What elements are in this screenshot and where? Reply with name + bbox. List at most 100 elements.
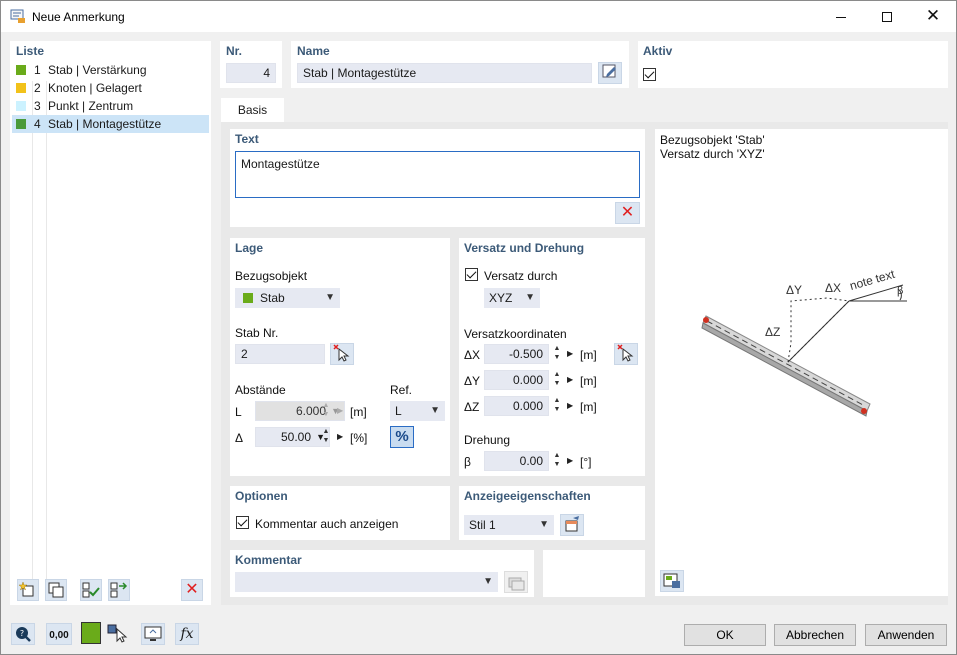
new-item-button[interactable]	[17, 579, 39, 601]
nr-field[interactable]: 4	[226, 63, 276, 83]
pick-stab-button[interactable]	[330, 343, 354, 365]
dy-spinner[interactable]: ▲ ▼	[551, 370, 563, 390]
beta-field[interactable]: 0.00	[484, 451, 549, 471]
chevron-down-icon: ▼	[430, 405, 440, 416]
list-item-selected[interactable]: 4 Stab | Montagestütze	[12, 115, 209, 133]
abstaende-label: Abstände	[235, 383, 286, 397]
ref-select[interactable]: L ▼	[390, 401, 445, 421]
select-objects-button[interactable]	[106, 623, 130, 645]
preview-view-button[interactable]	[660, 570, 684, 592]
color-swatch	[16, 65, 26, 75]
percent-button[interactable]: %	[390, 426, 414, 448]
check-all-button[interactable]	[80, 579, 102, 601]
dz-unit: [m]	[580, 400, 597, 414]
dz-field[interactable]: 0.000	[484, 396, 549, 416]
anzeige-panel: Anzeigeeigenschaften Stil 1 ▼	[459, 486, 645, 540]
dz-spinner[interactable]: ▲ ▼	[551, 396, 563, 416]
toggle-check-button[interactable]	[108, 579, 130, 601]
dx-field[interactable]: -0.500	[484, 344, 549, 364]
beta-next-arrow[interactable]: ▶	[567, 451, 573, 471]
text-area[interactable]: Montagestütze	[235, 151, 640, 198]
formula-button[interactable]: fx	[175, 623, 199, 645]
units-icon: 0,00	[49, 630, 69, 641]
color-button[interactable]	[81, 622, 101, 644]
list-header: Liste	[16, 44, 45, 58]
close-button[interactable]: ✕	[910, 1, 956, 32]
delta-field[interactable]: 50.00 ▼	[255, 427, 330, 447]
nr-label: Nr.	[226, 44, 243, 58]
ref-value: L	[395, 404, 402, 418]
delete-item-button[interactable]: ✕	[181, 579, 203, 601]
dz-label: ΔZ	[464, 400, 480, 414]
ok-button[interactable]: OK	[684, 624, 766, 646]
aktiv-checkbox[interactable]	[643, 68, 656, 81]
view-settings-icon	[663, 573, 680, 588]
delta-value: 50.00	[280, 430, 311, 444]
copy-item-button[interactable]	[45, 579, 67, 601]
stab-nr-field[interactable]: 2	[235, 344, 325, 364]
stil-select[interactable]: Stil 1 ▼	[464, 515, 554, 535]
pick-cursor-icon	[617, 344, 634, 362]
kommentar-select[interactable]: ▼	[235, 572, 498, 592]
minimize-button[interactable]	[818, 1, 864, 32]
percent-icon: %	[395, 428, 409, 445]
kommentar-anzeigen-label: Kommentar auch anzeigen	[255, 517, 399, 531]
list-item[interactable]: 2 Knoten | Gelagert	[12, 79, 209, 97]
dialog-window: Neue Anmerkung ✕ Liste 1 Stab | Verstärk…	[0, 0, 957, 655]
edit-name-button[interactable]	[598, 62, 622, 84]
bezugsobjekt-select[interactable]: Stab ▼	[235, 288, 340, 308]
toggle-check-icon	[110, 582, 128, 598]
dx-next-arrow[interactable]: ▶	[567, 344, 573, 364]
edit-pencil-icon	[602, 64, 616, 78]
list-item-label: Stab | Verstärkung	[48, 63, 147, 77]
versatz-durch-checkbox[interactable]	[465, 268, 478, 281]
annotation-app-icon	[10, 9, 25, 23]
anwenden-button[interactable]: Anwenden	[865, 624, 947, 646]
kommentar-library-button[interactable]	[504, 571, 528, 593]
kommentar-header: Kommentar	[235, 553, 302, 567]
help-button[interactable]: ?	[11, 623, 35, 645]
delete-icon: ✕	[620, 204, 635, 221]
close-icon: ✕	[925, 6, 941, 25]
abbrechen-button[interactable]: Abbrechen	[774, 624, 856, 646]
versatz-durch-label: Versatz durch	[484, 269, 558, 283]
preview-beta-label: β	[897, 285, 904, 297]
edit-style-icon	[565, 516, 579, 532]
stab-nr-label: Stab Nr.	[235, 326, 279, 340]
tab-basis[interactable]: Basis	[221, 98, 284, 122]
chevron-down-icon: ▼	[483, 576, 493, 587]
name-field[interactable]: Stab | Montagestütze	[297, 63, 592, 83]
L-spinner[interactable]: ▲ ▼	[320, 401, 332, 421]
dy-label: ΔY	[464, 374, 481, 388]
name-label: Name	[297, 44, 330, 58]
clear-text-button[interactable]: ✕	[615, 202, 640, 224]
dy-field[interactable]: 0.000	[484, 370, 549, 390]
list-item[interactable]: 1 Stab | Verstärkung	[12, 61, 209, 79]
dx-spinner[interactable]: ▲ ▼	[551, 344, 563, 364]
ref-label: Ref.	[390, 383, 413, 397]
drehung-label: Drehung	[464, 433, 511, 447]
kommentar-anzeigen-checkbox[interactable]	[236, 516, 249, 529]
L-next-arrow[interactable]: ▶	[337, 401, 343, 421]
dx-label: ΔX	[464, 348, 481, 362]
dz-next-arrow[interactable]: ▶	[567, 396, 573, 416]
dx-unit: [m]	[580, 348, 597, 362]
window-title: Neue Anmerkung	[32, 10, 125, 24]
edit-style-button[interactable]	[560, 514, 584, 536]
versatz-durch-select[interactable]: XYZ ▼	[484, 288, 540, 308]
units-button[interactable]: 0,00	[46, 623, 72, 645]
maximize-button[interactable]	[864, 1, 910, 32]
pick-offset-button[interactable]	[614, 343, 638, 365]
L-unit: [m]	[350, 405, 367, 419]
delta-spinner[interactable]: ▲ ▼	[320, 427, 332, 447]
color-swatch	[16, 119, 26, 129]
list-item[interactable]: 3 Punkt | Zentrum	[12, 97, 209, 115]
tree-line	[32, 81, 33, 596]
empty-panel	[543, 550, 645, 597]
dy-next-arrow[interactable]: ▶	[567, 370, 573, 390]
function-icon: fx	[180, 626, 194, 642]
beta-spinner[interactable]: ▲ ▼	[551, 451, 563, 471]
display-button[interactable]	[141, 623, 165, 645]
delta-next-arrow[interactable]: ▶	[337, 427, 343, 447]
preview-diagram	[701, 284, 907, 417]
